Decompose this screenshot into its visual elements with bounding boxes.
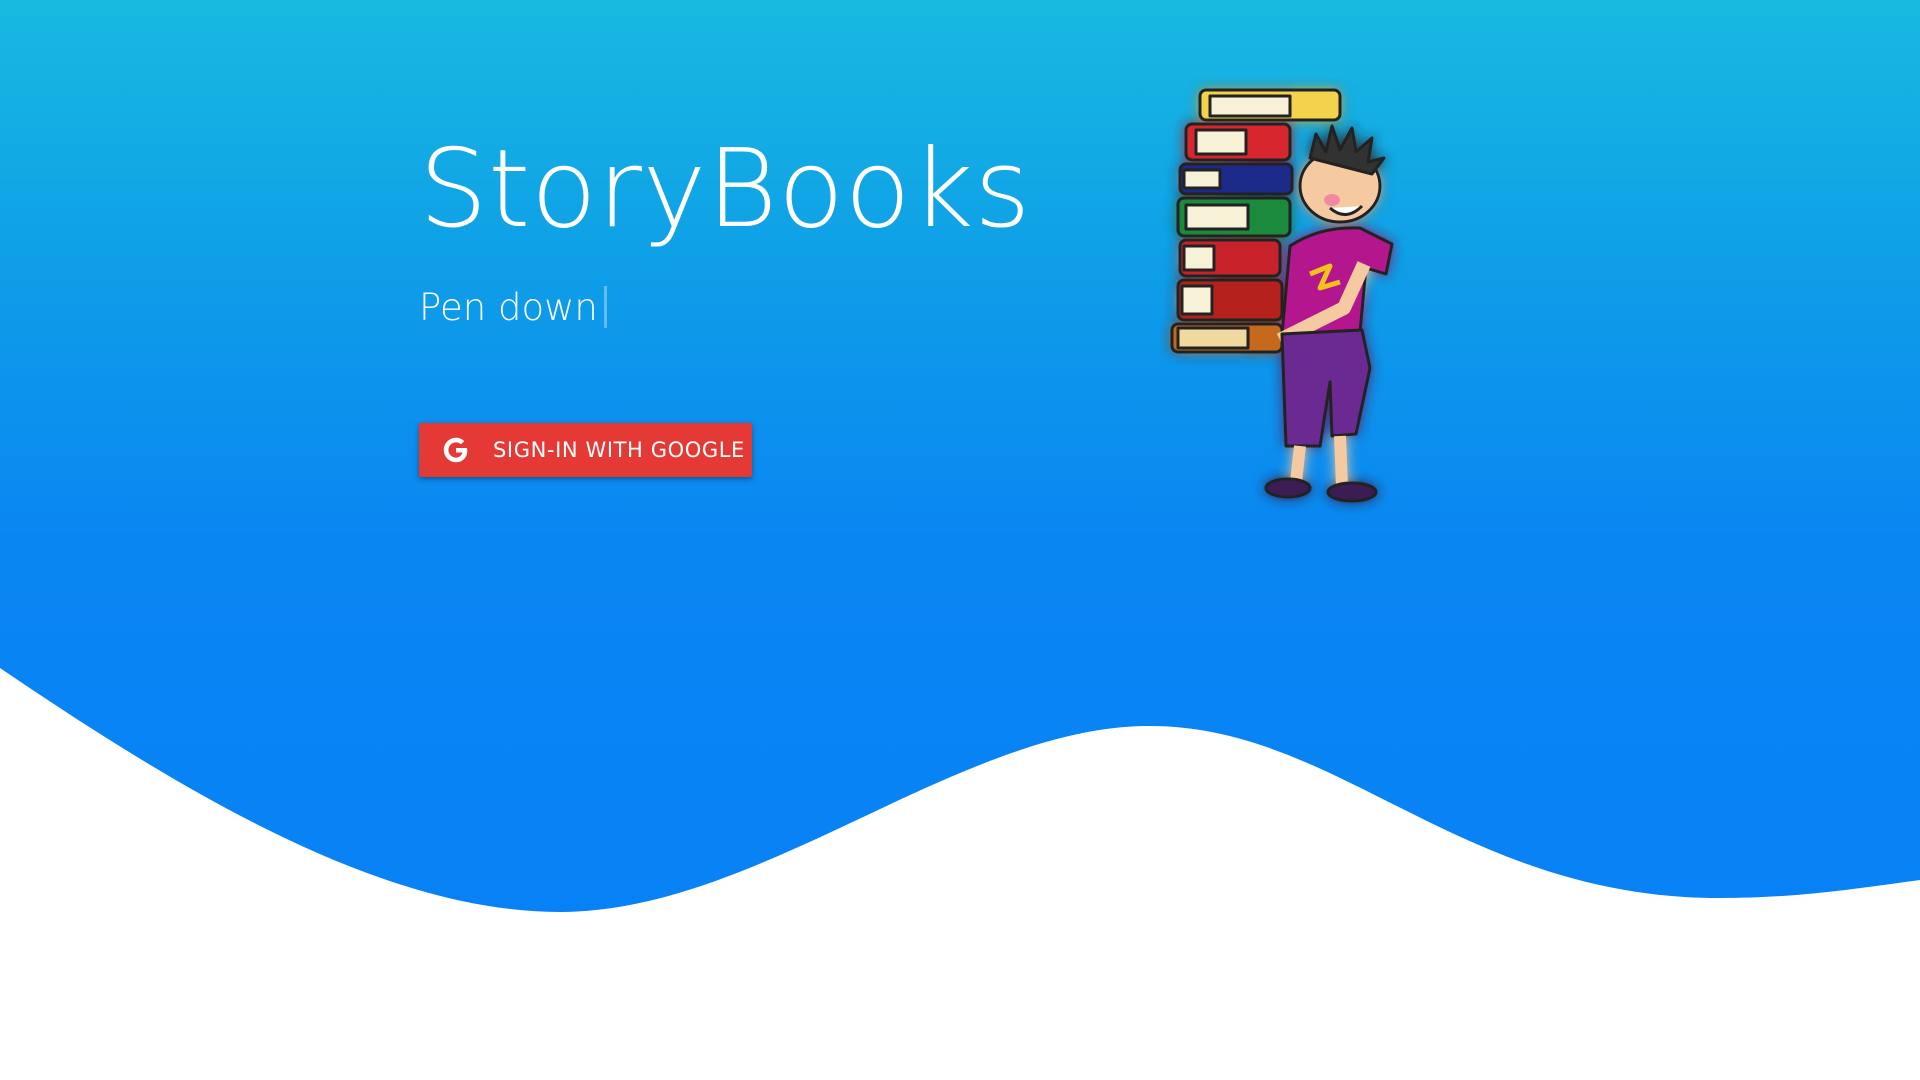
boy-carrying-books-illustration bbox=[1170, 88, 1394, 503]
app-title: StoryBooks bbox=[419, 127, 1031, 252]
hero-content: StoryBooks Pen down bbox=[419, 120, 1119, 330]
tagline: Pen down bbox=[419, 285, 598, 329]
google-g-icon bbox=[441, 435, 471, 465]
typing-caret bbox=[603, 286, 607, 328]
tagline-row: Pen down bbox=[419, 284, 1119, 330]
google-signin-button[interactable]: SIGN-IN WITH GOOGLE bbox=[419, 423, 752, 477]
google-signin-label: SIGN-IN WITH GOOGLE bbox=[493, 438, 745, 462]
